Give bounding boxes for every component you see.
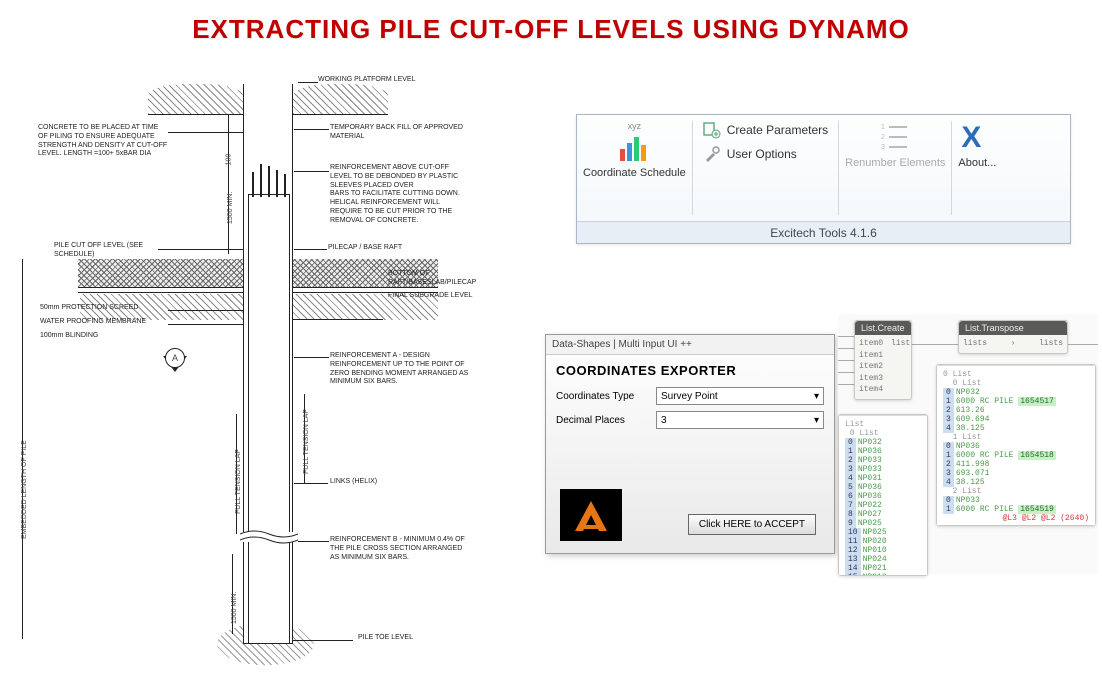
renumber-elements-button[interactable]: 123 Renumber Elements [839,115,951,221]
pile-body [243,84,293,644]
label-reinf-above: REINFORCEMENT ABOVE CUT-OFF LEVEL TO BE … [330,164,470,225]
label-pile-cutoff: PILE CUT OFF LEVEL (SEE SCHEDULE) [54,242,164,260]
label-backfill: TEMPORARY BACK FILL OF APPROVED MATERIAL [330,124,470,142]
parameters-icon [703,121,721,139]
dim-1500-top: 1500 MIN. [228,114,234,254]
tools-icon [703,145,721,163]
label-raft-bottom: BOTTOM OF RAFT/BASESLAB/PILECAP [388,270,508,288]
dim-full-tension-right: FULL TENSION LAP [304,394,310,484]
x-logo-icon: X [961,121,993,153]
about-button[interactable]: X About... [952,115,1002,221]
dialog-window-title: Data-Shapes | Multi Input UI ++ [546,335,834,355]
input-port[interactable]: item0 [859,338,883,350]
dim-embedded: EMBEDDED LENGTH OF PILE [22,259,28,639]
svg-text:3: 3 [881,144,885,151]
dim-1500-bottom: 1500 MIN. [232,554,238,634]
label-toe-level: PILE TOE LEVEL [358,634,478,643]
label-reinf-a: REINFORCEMENT A - DESIGN REINFORCEMENT U… [330,352,470,387]
coordinate-schedule-button[interactable]: xyz Coordinate Schedule [577,115,692,221]
create-parameters-button[interactable]: Create Parameters [703,121,828,139]
dialog-heading: COORDINATES EXPORTER [546,355,834,384]
bar-chart-icon [618,131,650,163]
list-numbers-icon: 1 2 3 [879,121,911,153]
accept-button[interactable]: Click HERE to ACCEPT [688,514,816,535]
aj-logo [560,489,622,541]
ribbon-panel-title: Excitech Tools 4.1.6 [577,221,1070,243]
dim-100: 100 [225,154,232,166]
svg-text:1: 1 [881,124,885,131]
node-list-transpose-preview: 0 List 0 List0NP03216000 RC PILE 1654517… [936,364,1096,526]
pile-section-drawing: WORKING PLATFORM LEVEL TEMPORARY BACK FI… [18,74,538,654]
dynamo-graph: List.Create item0item1item2item3item4 li… [838,314,1098,574]
section-mark-a: A [163,356,193,386]
label-blinding: 100mm BLINDING [40,332,170,341]
label-working-platform: WORKING PLATFORM LEVEL [318,76,478,85]
user-options-button[interactable]: User Options [703,145,828,163]
label-pilecap: PILECAP / BASE RAFT [328,244,448,253]
label-concrete-note: CONCRETE TO BE PLACED AT TIME OF PILING … [38,124,168,159]
svg-text:2: 2 [881,134,885,141]
chevron-right-icon: › [1011,338,1016,350]
label-screed: 50mm PROTECTION SCREED [40,304,170,313]
input-port[interactable]: item2 [859,361,883,373]
node-list-transpose[interactable]: List.Transpose lists › lists [958,320,1068,354]
input-port[interactable]: item4 [859,384,883,396]
revit-ribbon-panel: xyz Coordinate Schedule Create Parameter… [576,114,1071,244]
dropdown-decimal-places[interactable]: 3▾ [656,411,824,429]
dropdown-coord-type[interactable]: Survey Point▾ [656,387,824,405]
coordinates-exporter-dialog: Data-Shapes | Multi Input UI ++ COORDINA… [545,334,835,554]
chevron-down-icon: ▾ [814,391,819,402]
input-port[interactable]: item1 [859,350,883,362]
page-title: EXTRACTING PILE CUT-OFF LEVELS USING DYN… [0,14,1102,45]
node-list-create-preview: List 0 List0NP0321NP0362NP0333NP0334NP03… [838,414,928,576]
label-reinf-b: REINFORCEMENT B - MINIMUM 0.4% OF THE PI… [330,536,470,562]
dim-full-tension-left: FULL TENSION LAP [236,414,242,534]
label-membrane: WATER PROOFING MEMBRANE [40,318,170,327]
chevron-down-icon: ▾ [814,415,819,426]
label-links: LINKS (HELIX) [330,478,450,487]
label-decimal-places: Decimal Places [556,415,656,426]
node-list-create[interactable]: List.Create item0item1item2item3item4 li… [854,320,912,400]
label-coord-type: Coordinates Type [556,391,656,402]
label-subgrade: FINAL SUBGRADE LEVEL [388,292,508,301]
input-port[interactable]: item3 [859,373,883,385]
